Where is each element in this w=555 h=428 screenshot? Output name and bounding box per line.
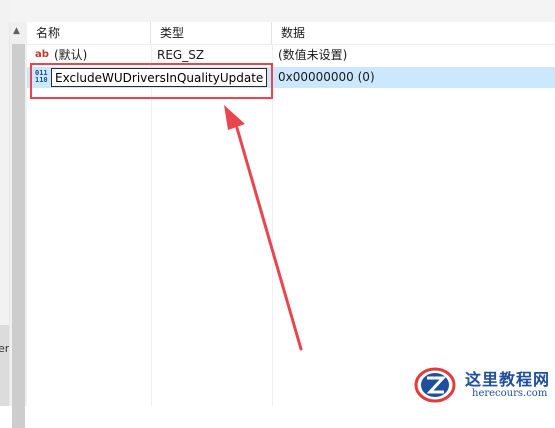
list-item-default[interactable]: ab (默认) REG_SZ (数值未设置): [27, 45, 555, 65]
value-type: REG_SZ: [157, 48, 205, 62]
left-pane-scroll-thumb[interactable]: [0, 325, 9, 406]
string-value-icon: ab: [35, 49, 49, 60]
value-data: (数值未设置): [278, 48, 348, 62]
value-name: (默认): [54, 48, 88, 62]
watermark-title: 这里教程网: [465, 370, 551, 389]
tree-vertical-scrollbar[interactable]: ▲: [9, 22, 27, 428]
column-header-type[interactable]: 类型: [151, 22, 272, 44]
rename-input[interactable]: [51, 68, 267, 87]
annotation-arrow-shaft: [235, 126, 303, 351]
watermark-url: herecours.com: [472, 388, 548, 399]
watermark-emblem-icon: [414, 367, 456, 403]
tree-scroll-thumb[interactable]: [12, 44, 25, 428]
value-data: 0x00000000 (0): [278, 70, 375, 84]
column-header-data[interactable]: 数据: [272, 22, 555, 44]
column-divider: [151, 44, 152, 406]
binary-icon-glyph: 011 110: [35, 69, 48, 84]
column-header-name[interactable]: 名称: [27, 22, 151, 44]
annotation-arrow-head: [224, 105, 245, 130]
binary-value-icon: 011 110: [35, 70, 49, 84]
list-header: 名称 类型 数据: [27, 22, 555, 45]
scroll-up-icon[interactable]: ▲: [13, 26, 20, 36]
window-top-strip: [0, 0, 555, 22]
watermark-logo: 这里教程网 herecours.com: [408, 363, 555, 406]
left-pane-clipped-text: er: [0, 342, 10, 355]
column-divider: [272, 44, 273, 406]
